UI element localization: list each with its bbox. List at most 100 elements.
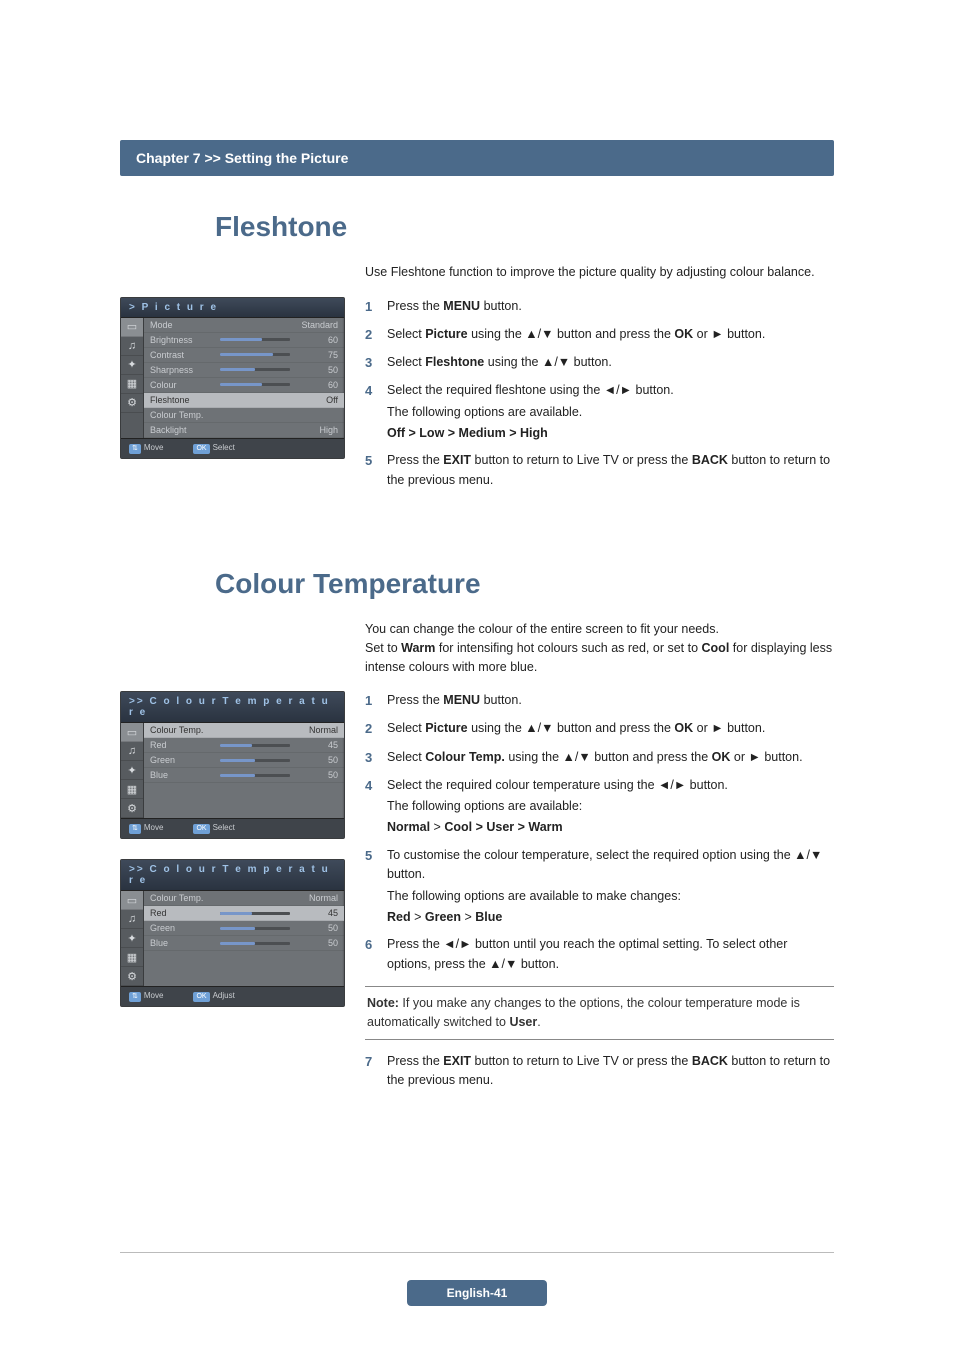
menu-row-label: Sharpness <box>150 365 214 375</box>
menu-row: Red 45 <box>144 738 344 753</box>
menu-picture: > P i c t u r e▭♫✦▦⚙ModeStandardBrightne… <box>120 297 345 459</box>
menu-row: Blue50 <box>144 768 344 783</box>
menu-row: Contrast 75 <box>144 348 344 363</box>
menu-footer-move: ⇅Move <box>129 823 163 834</box>
menu-footer-select: OKSelect <box>193 443 234 454</box>
menu-slider <box>220 368 290 371</box>
step-item: Select the required colour temperature u… <box>387 776 834 838</box>
menu-row-label: Red <box>150 908 214 918</box>
menu-footer-move: ⇅Move <box>129 991 163 1002</box>
menu-slider <box>220 912 290 915</box>
menu-row: Backlight High <box>144 423 344 438</box>
menu-row-value: 50 <box>296 923 338 933</box>
menu-row-label: Green <box>150 755 214 765</box>
menu-footer-select: OKAdjust <box>193 991 234 1002</box>
steps-colour-temp: Press the MENU button. Select Picture usi… <box>365 691 834 974</box>
menu-nav-icon: ⚙ <box>121 799 143 818</box>
step-item: Press the EXIT button to return to Live … <box>387 451 834 490</box>
menu-row-label: Colour Temp. <box>150 410 214 420</box>
menu-row-label: Blue <box>150 938 214 948</box>
intro-fleshtone: Use Fleshtone function to improve the pi… <box>365 263 834 282</box>
menu-row: Colour Temp. <box>144 408 344 423</box>
menu-row-label: Fleshtone <box>150 395 214 405</box>
menu-colour-temp-b: >> C o l o u r T e m p e r a t u r e▭♫✦▦… <box>120 859 345 1007</box>
menu-row-label: Colour <box>150 380 214 390</box>
menu-header: >> C o l o u r T e m p e r a t u r e <box>121 860 344 891</box>
menu-slider <box>220 338 290 341</box>
menu-row-label: Red <box>150 740 214 750</box>
menu-slider <box>220 774 290 777</box>
menu-row: Green 50 <box>144 921 344 936</box>
menu-nav-icon: ✦ <box>121 929 143 948</box>
menu-slider <box>220 383 290 386</box>
intro-colour-temp: You can change the colour of the entire … <box>365 620 834 676</box>
step-item: Press the MENU button. <box>387 691 834 711</box>
menu-slider <box>220 759 290 762</box>
menu-row: Sharpness 50 <box>144 363 344 378</box>
menu-row-label: Backlight <box>150 425 214 435</box>
step-item: Select Picture using the ▲/▼ button and … <box>387 325 834 345</box>
step-item: Select the required fleshtone using the … <box>387 381 834 443</box>
menu-row: Colour Temp. Normal <box>144 891 344 906</box>
footer-rule <box>120 1252 834 1253</box>
menu-nav-icon: ▦ <box>121 780 143 799</box>
step-item: To customise the colour temperature, sel… <box>387 846 834 928</box>
menu-slider <box>220 353 290 356</box>
menu-header: > P i c t u r e <box>121 298 344 318</box>
section-fleshtone: Fleshtone Use Fleshtone function to impr… <box>120 211 834 498</box>
page-footer: English-41 <box>0 1280 954 1306</box>
menu-nav-icon: ✦ <box>121 356 143 375</box>
step-item: Press the MENU button. <box>387 297 834 317</box>
menu-row-label: Contrast <box>150 350 214 360</box>
menu-row: Fleshtone Off <box>144 393 344 408</box>
menu-footer-select: OKSelect <box>193 823 234 834</box>
menu-row-value: 45 <box>296 908 338 918</box>
menu-row-value: 50 <box>296 755 338 765</box>
menu-colour-temp-a: >> C o l o u r T e m p e r a t u r e▭♫✦▦… <box>120 691 345 839</box>
menu-footer: ⇅Move OKSelect <box>121 438 344 458</box>
menu-nav-icon: ▭ <box>121 891 143 910</box>
menu-footer: ⇅Move OKAdjust <box>121 986 344 1006</box>
menu-row-value: 60 <box>296 380 338 390</box>
section-title-fleshtone: Fleshtone <box>215 211 834 243</box>
menu-row-label: Colour Temp. <box>150 725 214 735</box>
steps-fleshtone: Press the MENU button. Select Picture usi… <box>365 297 834 490</box>
menu-row-value: High <box>296 425 338 435</box>
menu-nav-icon: ▭ <box>121 318 143 337</box>
step-7: Press the EXIT button to return to Live … <box>387 1052 834 1091</box>
menu-nav-icon: ▦ <box>121 948 143 967</box>
menu-row-value: Normal <box>296 893 338 903</box>
menu-nav-icon: ⚙ <box>121 967 143 986</box>
menu-row-label: Green <box>150 923 214 933</box>
step-item: Select Colour Temp. using the ▲/▼ button… <box>387 748 834 768</box>
menu-row-label: Colour Temp. <box>150 893 214 903</box>
section-title-colour-temp: Colour Temperature <box>215 568 834 600</box>
menu-footer-move: ⇅Move <box>129 443 163 454</box>
menu-row-value: 50 <box>296 938 338 948</box>
menu-row: Brightness 60 <box>144 333 344 348</box>
menu-row-value: 45 <box>296 740 338 750</box>
menu-nav-icon: ▭ <box>121 723 143 742</box>
menu-row: Green 50 <box>144 753 344 768</box>
menu-row-value: 60 <box>296 335 338 345</box>
menu-row-value: Off <box>296 395 338 405</box>
menu-row-label: Brightness <box>150 335 214 345</box>
menu-header: >> C o l o u r T e m p e r a t u r e <box>121 692 344 723</box>
step-item: Press the ◄/► button until you reach the… <box>387 935 834 974</box>
menu-nav-icon: ⚙ <box>121 394 143 413</box>
menu-row-value: 75 <box>296 350 338 360</box>
menu-row: Colour Temp. Normal <box>144 723 344 738</box>
menu-nav-icon: ✦ <box>121 761 143 780</box>
menu-nav-icon: ♫ <box>121 742 143 761</box>
step-item: Select Picture using the ▲/▼ button and … <box>387 719 834 739</box>
menu-row-value: Normal <box>296 725 338 735</box>
menu-row: Blue 50 <box>144 936 344 951</box>
menu-slider <box>220 744 290 747</box>
menu-row-value: 50 <box>296 770 338 780</box>
menu-row-value: 50 <box>296 365 338 375</box>
menu-row-label: Mode <box>150 320 214 330</box>
page-number: English-41 <box>407 1280 548 1306</box>
menu-nav-icon: ♫ <box>121 910 143 929</box>
note-colour-temp: Note: If you make any changes to the opt… <box>365 986 834 1040</box>
menu-row: Red 45 <box>144 906 344 921</box>
